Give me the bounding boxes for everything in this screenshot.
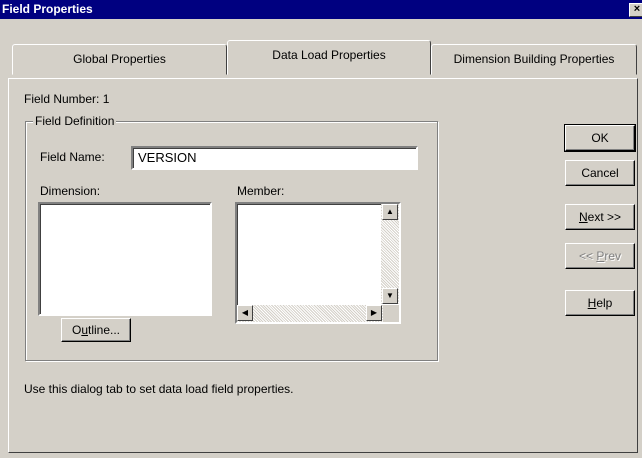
window-title: Field Properties [2, 2, 93, 16]
next-label-end: ext >> [587, 210, 622, 224]
dimension-list[interactable] [38, 202, 212, 316]
scroll-down-icon: ▼ [386, 291, 394, 300]
field-number: Field Number: 1 [24, 92, 109, 106]
field-number-value: 1 [102, 92, 110, 106]
member-horizontal-scrollbar[interactable] [237, 305, 383, 322]
outline-button[interactable]: Outline... [61, 318, 131, 342]
field-name-label: Field Name: [40, 150, 105, 164]
close-icon: × [633, 3, 641, 15]
member-list[interactable]: ▲ ▼ ◀ ▶ [235, 202, 401, 324]
outline-label-start: O [71, 323, 82, 337]
next-button[interactable]: Next >> [565, 204, 635, 230]
help-button[interactable]: Help [565, 290, 635, 316]
tab-label: Dimension Building Properties [453, 52, 615, 66]
tab-label: Global Properties [73, 52, 166, 66]
member-label: Member: [237, 184, 285, 198]
ok-label: OK [591, 131, 609, 145]
cancel-label: Cancel [581, 166, 619, 180]
tab-global-properties[interactable]: Global Properties [12, 44, 227, 75]
scrollbar-corner [383, 305, 399, 322]
field-properties-dialog: Field Properties × Global Properties Dat… [0, 0, 642, 458]
field-name-value: VERSION [138, 150, 197, 165]
dimension-label: Dimension: [40, 184, 101, 198]
scroll-right-icon: ▶ [370, 308, 378, 317]
scroll-up-button[interactable]: ▲ [382, 204, 398, 220]
field-number-label: Field Number: [24, 92, 100, 106]
outline-label-mnemonic: u [81, 323, 88, 337]
tab-dimension-building-properties[interactable]: Dimension Building Properties [431, 44, 637, 75]
field-name-input[interactable]: VERSION [131, 146, 418, 170]
prev-button[interactable]: << Prev [565, 243, 635, 269]
scroll-down-button[interactable]: ▼ [382, 288, 398, 304]
scroll-left-button[interactable]: ◀ [237, 305, 253, 321]
next-label-mnemonic: N [578, 210, 588, 224]
help-label-end: elp [596, 296, 613, 310]
prev-label-end: rev [604, 249, 622, 263]
close-button[interactable]: × [629, 3, 642, 17]
scroll-up-icon: ▲ [386, 207, 394, 216]
hint-text: Use this dialog tab to set data load fie… [24, 382, 294, 396]
outline-label-end: tline... [88, 323, 121, 337]
field-definition-legend: Field Definition [33, 114, 117, 128]
cancel-button[interactable]: Cancel [565, 160, 635, 186]
ok-button[interactable]: OK [564, 124, 636, 152]
tab-label: Data Load Properties [272, 48, 386, 62]
scroll-left-icon: ◀ [241, 308, 249, 317]
tab-data-load-properties[interactable]: Data Load Properties [227, 40, 431, 75]
prev-label-start: << [578, 249, 597, 263]
scroll-right-button[interactable]: ▶ [366, 305, 382, 321]
title-bar: Field Properties × [0, 0, 642, 19]
